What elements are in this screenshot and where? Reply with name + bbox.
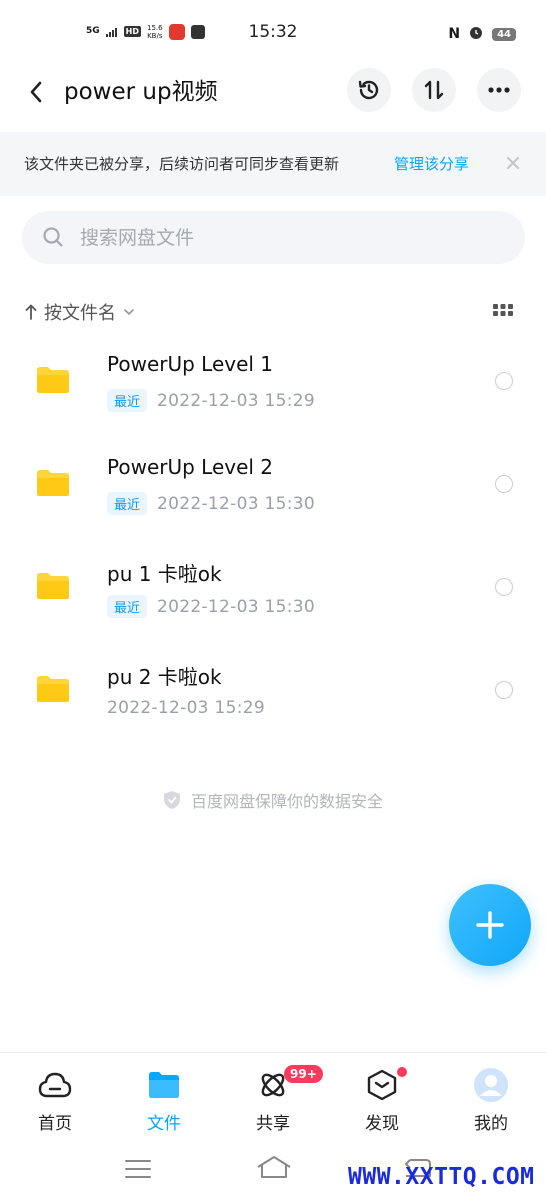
nav-me[interactable]: 我的 (446, 1067, 536, 1143)
file-name: PowerUp Level 2 (107, 455, 274, 479)
folder-icon (36, 469, 70, 501)
folder-icon (36, 572, 70, 604)
close-icon (507, 157, 519, 169)
share-banner-text: 该文件夹已被分享，后续访问者可同步查看更新 (24, 155, 340, 173)
back-button[interactable] (20, 76, 52, 108)
file-name: pu 2 卡啦ok (107, 665, 222, 689)
select-checkbox[interactable] (495, 578, 513, 596)
search-bar[interactable] (22, 211, 525, 264)
nav-files[interactable]: 文件 (119, 1067, 209, 1143)
security-note-text: 百度网盘保障你的数据安全 (190, 792, 383, 811)
transfer-button[interactable] (412, 68, 456, 112)
search-input[interactable] (80, 211, 500, 264)
header: power up视频 (0, 64, 546, 124)
nav-share[interactable]: 99+ 共享 (228, 1065, 323, 1143)
bottom-nav: 首页 文件 99+ 共享 发现 我的 (0, 1052, 546, 1142)
shield-icon (163, 791, 180, 809)
discover-notification-dot (397, 1067, 407, 1077)
box-icon (364, 1067, 400, 1103)
security-note: 百度网盘保障你的数据安全 (0, 788, 546, 812)
nav-discover[interactable]: 发现 (337, 1067, 427, 1143)
recent-tag: 最近 (107, 492, 148, 515)
manage-share-link[interactable]: 管理该分享 (394, 153, 469, 174)
battery-icon: 44 (492, 27, 516, 41)
file-date: 2022-12-03 15:29 (157, 390, 316, 411)
file-row[interactable]: pu 2 卡啦ok 2022-12-03 15:29 (0, 647, 546, 747)
upload-download-icon (424, 80, 444, 100)
search-icon (42, 226, 64, 252)
nav-home-label: 首页 (38, 1114, 72, 1134)
history-icon (358, 80, 379, 100)
avatar (473, 1067, 509, 1103)
alarm-icon (468, 24, 484, 44)
file-date: 2022-12-03 15:29 (107, 698, 265, 718)
grid-icon (493, 304, 513, 316)
sort-control[interactable]: 按文件名 (24, 296, 136, 328)
more-button[interactable] (477, 68, 521, 112)
home-icon[interactable] (256, 1154, 292, 1184)
select-checkbox[interactable] (495, 372, 513, 390)
status-right-icons: N 44 (448, 24, 516, 44)
page-title: power up视频 (64, 79, 218, 105)
plus-icon (476, 911, 504, 939)
file-meta: 2022-12-03 15:29 (107, 698, 265, 718)
share-badge: 99+ (284, 1065, 323, 1083)
nav-me-label: 我的 (474, 1114, 508, 1134)
file-name: PowerUp Level 1 (107, 352, 274, 376)
nav-home[interactable]: 首页 (10, 1067, 100, 1143)
nav-files-label: 文件 (147, 1114, 181, 1134)
file-meta: 最近 2022-12-03 15:29 (107, 389, 315, 412)
folder-icon (36, 675, 70, 707)
cloud-icon (37, 1067, 73, 1103)
history-button[interactable] (347, 68, 391, 112)
more-dots-icon (488, 87, 510, 93)
file-date: 2022-12-03 15:30 (157, 596, 316, 617)
file-row[interactable]: PowerUp Level 2 最近 2022-12-03 15:30 (0, 441, 546, 541)
add-button[interactable] (449, 884, 531, 966)
arrow-up-icon (25, 304, 37, 320)
grid-view-toggle[interactable] (492, 302, 516, 322)
file-meta: 最近 2022-12-03 15:30 (107, 492, 315, 515)
nfc-icon: N (448, 26, 461, 42)
menu-icon[interactable] (124, 1158, 152, 1184)
file-row[interactable]: PowerUp Level 1 最近 2022-12-03 15:29 (0, 338, 546, 438)
select-checkbox[interactable] (495, 681, 513, 699)
recent-tag: 最近 (107, 389, 148, 412)
select-checkbox[interactable] (495, 475, 513, 493)
sort-label: 按文件名 (44, 303, 116, 324)
chevron-left-icon (30, 81, 42, 103)
file-date: 2022-12-03 15:30 (157, 493, 316, 514)
share-banner: 该文件夹已被分享，后续访问者可同步查看更新 管理该分享 (0, 132, 546, 196)
folder-tab-icon (146, 1067, 182, 1103)
watermark: WWW.XXTTQ.COM (348, 1164, 535, 1190)
file-name: pu 1 卡啦ok (107, 562, 222, 586)
banner-close-button[interactable] (500, 150, 526, 176)
folder-icon (36, 366, 70, 398)
nav-discover-label: 发现 (365, 1114, 399, 1134)
chevron-down-icon (124, 309, 134, 315)
nav-share-label: 共享 (256, 1114, 290, 1134)
status-bar: 5G HD 15.6 KB/s 15:32 N 44 (0, 0, 546, 64)
file-meta: 最近 2022-12-03 15:30 (107, 595, 315, 618)
file-row[interactable]: pu 1 卡啦ok 最近 2022-12-03 15:30 (0, 544, 546, 644)
recent-tag: 最近 (107, 595, 148, 618)
